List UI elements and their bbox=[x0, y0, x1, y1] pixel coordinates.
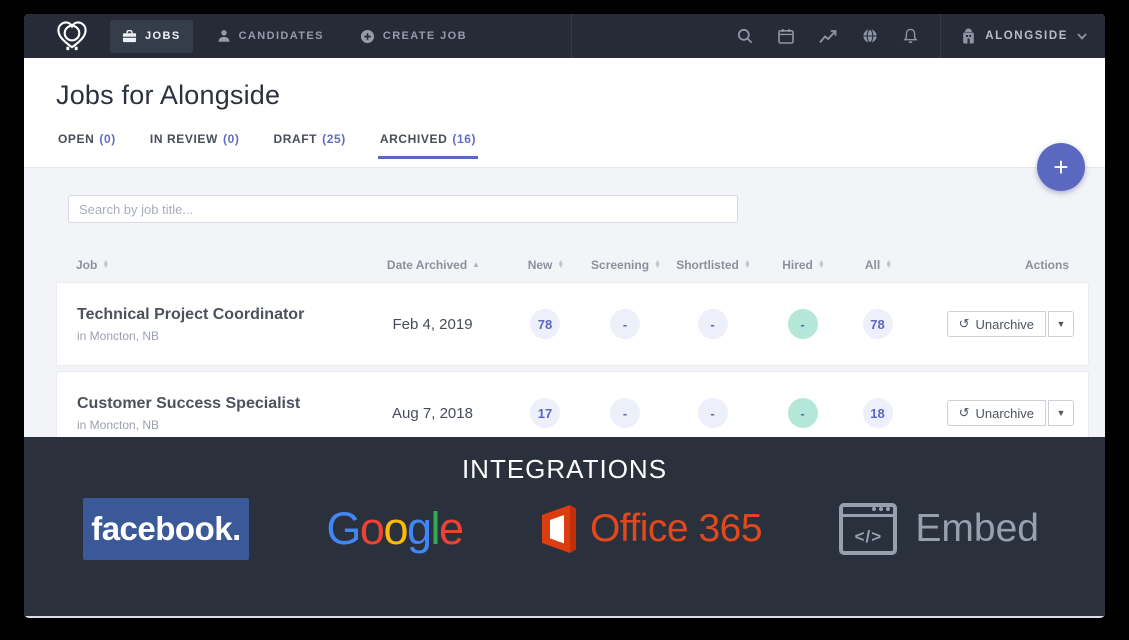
date-archived: Aug 7, 2018 bbox=[360, 405, 505, 422]
analytics-icon[interactable] bbox=[819, 29, 837, 44]
chevron-down-icon bbox=[1077, 33, 1087, 40]
unarchive-dropdown-button[interactable]: ▼ bbox=[1048, 400, 1074, 426]
col-shortlisted: Shortlisted bbox=[676, 258, 739, 272]
tab-archived[interactable]: ARCHIVED (16) bbox=[378, 132, 478, 159]
tab-count: (16) bbox=[452, 132, 476, 146]
nav-icon-group bbox=[737, 28, 918, 44]
account-name: ALONGSIDE bbox=[985, 30, 1068, 42]
integration-logos: facebook. Google Office 365 </> Embed bbox=[24, 498, 1105, 560]
tab-count: (25) bbox=[322, 132, 346, 146]
tab-open[interactable]: OPEN (0) bbox=[56, 132, 118, 159]
sort-icon[interactable]: ▲▼ bbox=[557, 261, 564, 269]
sort-icon[interactable]: ▲▼ bbox=[102, 261, 109, 269]
nav-jobs[interactable]: JOBS bbox=[110, 20, 193, 53]
company-icon bbox=[961, 28, 976, 44]
search-icon[interactable] bbox=[737, 28, 753, 44]
app-window: JOBS CANDIDATES CREATE JOB bbox=[24, 14, 1105, 618]
main-menu: JOBS CANDIDATES CREATE JOB bbox=[110, 20, 479, 53]
tab-label: OPEN bbox=[58, 132, 94, 146]
col-all: All bbox=[865, 258, 880, 272]
person-icon bbox=[217, 29, 231, 43]
sort-icon[interactable]: ▲▼ bbox=[744, 261, 751, 269]
tab-count: (0) bbox=[99, 132, 115, 146]
add-job-button[interactable]: + bbox=[1037, 143, 1085, 191]
unarchive-button[interactable]: ↺ Unarchive bbox=[947, 400, 1046, 426]
col-new: New bbox=[528, 258, 553, 272]
sort-icon[interactable]: ▲▼ bbox=[654, 261, 661, 269]
col-hired: Hired bbox=[782, 258, 813, 272]
screening-count-badge[interactable]: - bbox=[610, 398, 640, 428]
table-row[interactable]: Customer Success Specialist in Moncton, … bbox=[56, 371, 1089, 437]
table-header: Job ▲▼ Date Archived ▲ New ▲▼ Screening … bbox=[56, 258, 1089, 272]
nav-divider bbox=[571, 14, 572, 58]
hired-count-badge[interactable]: - bbox=[788, 309, 818, 339]
unarchive-button[interactable]: ↺ Unarchive bbox=[947, 311, 1046, 337]
shortlisted-count-badge[interactable]: - bbox=[698, 398, 728, 428]
heart-balloons-icon bbox=[54, 20, 90, 53]
notifications-icon[interactable] bbox=[903, 28, 918, 44]
code-window-icon: </> bbox=[839, 503, 897, 555]
nav-create-job[interactable]: CREATE JOB bbox=[348, 20, 479, 53]
account-menu[interactable]: ALONGSIDE bbox=[961, 28, 1087, 44]
search-input[interactable] bbox=[68, 195, 738, 223]
date-archived: Feb 4, 2019 bbox=[360, 316, 505, 333]
all-count-badge[interactable]: 78 bbox=[863, 309, 893, 339]
job-title[interactable]: Technical Project Coordinator bbox=[77, 306, 360, 324]
integrations-title: INTEGRATIONS bbox=[24, 454, 1105, 485]
office-365-logo: Office 365 bbox=[540, 504, 762, 554]
caret-down-icon: ▼ bbox=[1057, 319, 1066, 329]
tab-label: ARCHIVED bbox=[380, 132, 447, 146]
briefcase-icon bbox=[122, 29, 137, 44]
tab-label: DRAFT bbox=[273, 132, 317, 146]
shortlisted-count-badge[interactable]: - bbox=[698, 309, 728, 339]
globe-icon[interactable] bbox=[862, 28, 878, 44]
nav-candidates[interactable]: CANDIDATES bbox=[205, 20, 336, 52]
top-navbar: JOBS CANDIDATES CREATE JOB bbox=[24, 14, 1105, 58]
alongside-logo[interactable] bbox=[54, 20, 90, 53]
col-job: Job bbox=[76, 258, 97, 272]
job-location: in Moncton, NB bbox=[77, 418, 360, 432]
unarchive-label: Unarchive bbox=[975, 406, 1034, 421]
office-icon bbox=[540, 504, 578, 554]
col-actions: Actions bbox=[1025, 258, 1069, 272]
caret-down-icon: ▼ bbox=[1057, 408, 1066, 418]
job-status-tabs: OPEN (0) IN REVIEW (0) DRAFT (25) ARCHIV… bbox=[56, 132, 1073, 159]
tab-label: IN REVIEW bbox=[150, 132, 218, 146]
job-location: in Moncton, NB bbox=[77, 329, 360, 343]
page-header: Jobs for Alongside OPEN (0) IN REVIEW (0… bbox=[24, 58, 1105, 167]
nav-divider bbox=[940, 14, 941, 58]
sort-icon[interactable]: ▲▼ bbox=[818, 261, 825, 269]
all-count-badge[interactable]: 18 bbox=[863, 398, 893, 428]
nav-jobs-label: JOBS bbox=[145, 30, 181, 42]
facebook-logo: facebook. bbox=[83, 498, 249, 560]
sort-icon[interactable]: ▲▼ bbox=[885, 261, 892, 269]
restore-icon: ↺ bbox=[959, 405, 970, 421]
integrations-section: INTEGRATIONS facebook. Google Office 365 bbox=[24, 437, 1105, 618]
table-row[interactable]: Technical Project Coordinator in Moncton… bbox=[56, 282, 1089, 366]
unarchive-label: Unarchive bbox=[975, 317, 1034, 332]
plus-icon: + bbox=[1053, 152, 1068, 183]
col-date-archived: Date Archived bbox=[387, 258, 467, 272]
tab-count: (0) bbox=[223, 132, 239, 146]
job-title[interactable]: Customer Success Specialist bbox=[77, 395, 360, 413]
google-logo: Google bbox=[326, 503, 462, 555]
hired-count-badge[interactable]: - bbox=[788, 398, 818, 428]
restore-icon: ↺ bbox=[959, 316, 970, 332]
plus-circle-icon bbox=[360, 29, 375, 44]
page-title: Jobs for Alongside bbox=[56, 80, 1073, 111]
nav-create-job-label: CREATE JOB bbox=[383, 30, 467, 42]
unarchive-dropdown-button[interactable]: ▼ bbox=[1048, 311, 1074, 337]
tab-draft[interactable]: DRAFT (25) bbox=[271, 132, 347, 159]
calendar-icon[interactable] bbox=[778, 28, 794, 44]
embed-logo: </> Embed bbox=[839, 503, 1039, 555]
sort-asc-icon[interactable]: ▲ bbox=[472, 263, 480, 267]
new-count-badge[interactable]: 17 bbox=[530, 398, 560, 428]
nav-candidates-label: CANDIDATES bbox=[239, 30, 324, 42]
new-count-badge[interactable]: 78 bbox=[530, 309, 560, 339]
tab-in-review[interactable]: IN REVIEW (0) bbox=[148, 132, 242, 159]
col-screening: Screening bbox=[591, 258, 649, 272]
screening-count-badge[interactable]: - bbox=[610, 309, 640, 339]
jobs-list-section: Job ▲▼ Date Archived ▲ New ▲▼ Screening … bbox=[24, 167, 1105, 437]
